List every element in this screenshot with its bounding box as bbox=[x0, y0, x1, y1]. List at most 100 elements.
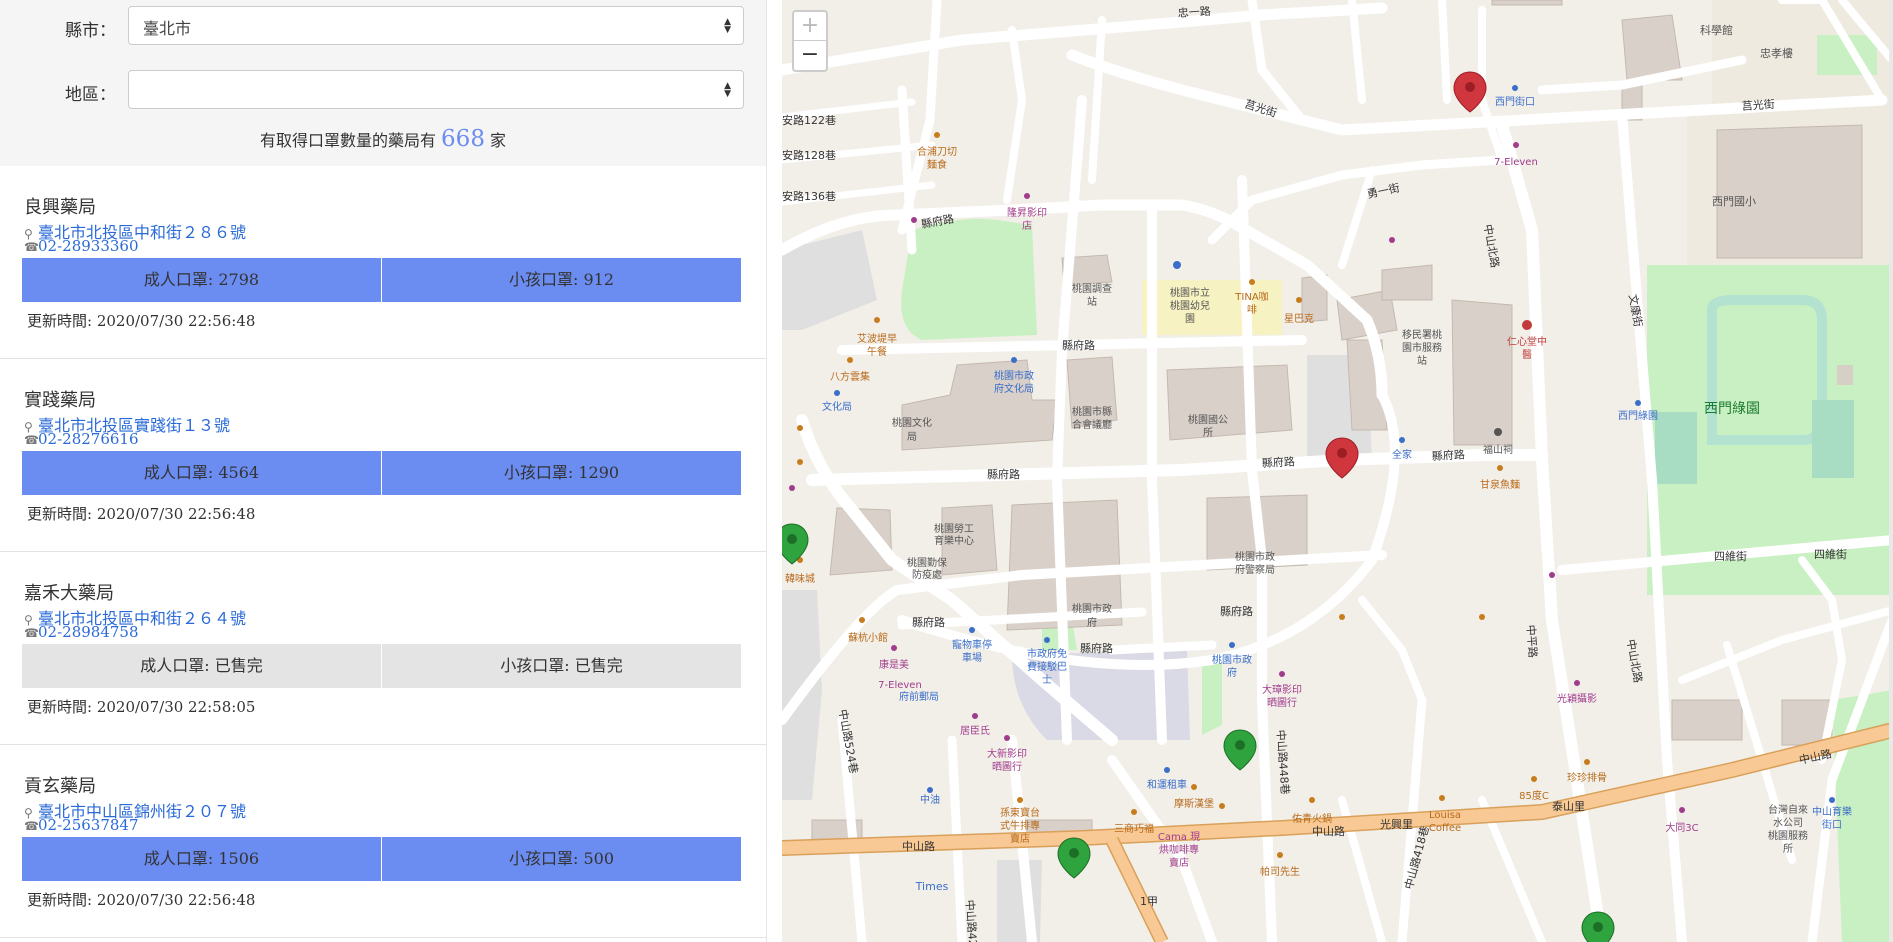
select-caret-icon: ▲ ▼ bbox=[724, 81, 731, 99]
svg-text:韓味城: 韓味城 bbox=[785, 573, 815, 585]
svg-text:中平路: 中平路 bbox=[1524, 624, 1539, 658]
svg-text:中山路: 中山路 bbox=[902, 840, 935, 853]
map-view[interactable]: 忠一路 莒光街 莒光街 縣府路 縣府路 縣府路 縣府路 縣府路 縣府路 縣府路 … bbox=[782, 0, 1893, 942]
adult-mask-count: 成人口罩: 已售完 bbox=[140, 656, 263, 675]
svg-text:忠孝樓: 忠孝樓 bbox=[1760, 46, 1793, 60]
svg-text:四維街: 四維街 bbox=[1714, 549, 1747, 563]
pharmacy-phone[interactable]: ☎02-28984758 bbox=[24, 623, 139, 641]
mask-stock-bar: 成人口罩: 4564 小孩口罩: 1290 bbox=[22, 451, 741, 495]
update-time: 更新時間: 2020/07/30 22:58:05 bbox=[27, 698, 256, 716]
svg-text:蘇杭小館: 蘇杭小館 bbox=[848, 631, 888, 644]
svg-text:桃園文化: 桃園文化 bbox=[892, 416, 932, 429]
phone-link[interactable]: 02-28276616 bbox=[38, 430, 139, 448]
svg-text:所: 所 bbox=[1783, 843, 1793, 855]
svg-text:中山路: 中山路 bbox=[1312, 825, 1345, 838]
pharmacy-phone[interactable]: ☎02-25637847 bbox=[24, 816, 139, 834]
child-mask-count: 小孩口罩: 1290 bbox=[381, 451, 741, 495]
svg-text:站: 站 bbox=[1417, 354, 1427, 367]
pharmacy-name: 貢玄藥局 bbox=[24, 776, 96, 797]
svg-text:甘泉魚麵: 甘泉魚麵 bbox=[1480, 478, 1520, 491]
pharmacy-card[interactable]: 良興藥局 ⚲ 臺北市北投區中和街２８６號 ☎02-28933360 成人口罩: 2… bbox=[0, 166, 766, 359]
svg-text:科學館: 科學館 bbox=[1700, 23, 1733, 37]
svg-text:桃園市政: 桃園市政 bbox=[1072, 602, 1112, 615]
svg-text:府文化局: 府文化局 bbox=[994, 382, 1034, 395]
pharmacy-phone[interactable]: ☎02-28276616 bbox=[24, 430, 139, 448]
svg-text:八方雲集: 八方雲集 bbox=[830, 370, 870, 383]
update-time: 更新時間: 2020/07/30 22:56:48 bbox=[27, 312, 256, 330]
svg-text:桃園市政: 桃園市政 bbox=[1212, 653, 1252, 666]
svg-text:賣店: 賣店 bbox=[1010, 832, 1030, 845]
phone-link[interactable]: 02-28933360 bbox=[38, 237, 139, 255]
pharmacy-marker-green[interactable] bbox=[1581, 911, 1615, 942]
svg-text:Louisa: Louisa bbox=[1429, 810, 1461, 821]
svg-text:合會議廳: 合會議廳 bbox=[1072, 418, 1112, 431]
svg-text:晒圖行: 晒圖行 bbox=[992, 760, 1022, 773]
svg-text:中山育樂: 中山育樂 bbox=[1812, 805, 1852, 818]
svg-text:費接駁巴: 費接駁巴 bbox=[1027, 660, 1067, 673]
svg-text:園: 園 bbox=[1185, 313, 1195, 325]
svg-text:西門街口: 西門街口 bbox=[1495, 95, 1535, 108]
pharmacy-list: 良興藥局 ⚲ 臺北市北投區中和街２８６號 ☎02-28933360 成人口罩: 2… bbox=[0, 166, 766, 938]
svg-text:仁心堂中: 仁心堂中 bbox=[1507, 335, 1547, 348]
district-label: 地區： bbox=[65, 85, 116, 105]
svg-text:安路122巷: 安路122巷 bbox=[782, 113, 836, 127]
svg-text:TINA咖: TINA咖 bbox=[1234, 291, 1268, 303]
pharmacy-card[interactable]: 實踐藥局 ⚲ 臺北市北投區實踐街１３號 ☎02-28276616 成人口罩: 45… bbox=[0, 359, 766, 552]
svg-text:85度C: 85度C bbox=[1519, 789, 1549, 802]
svg-text:光興里: 光興里 bbox=[1380, 817, 1413, 831]
child-mask-count: 小孩口罩: 已售完 bbox=[381, 644, 741, 688]
zoom-in-button[interactable]: + bbox=[794, 12, 826, 41]
svg-text:桃園國公: 桃園國公 bbox=[1188, 413, 1228, 426]
svg-text:文化局: 文化局 bbox=[822, 400, 852, 413]
phone-link[interactable]: 02-25637847 bbox=[38, 816, 139, 834]
pharmacy-card[interactable]: 貢玄藥局 ⚲ 臺北市中山區錦州街２０７號 ☎02-25637847 成人口罩: 1… bbox=[0, 745, 766, 938]
svg-text:光穎攝影: 光穎攝影 bbox=[1557, 692, 1597, 705]
count-suffix: 家 bbox=[490, 131, 507, 150]
mask-stock-bar: 成人口罩: 1506 小孩口罩: 500 bbox=[22, 837, 741, 881]
count-number: 668 bbox=[441, 126, 485, 152]
svg-text:府前郵局: 府前郵局 bbox=[899, 690, 939, 703]
svg-text:縣府路: 縣府路 bbox=[1431, 447, 1465, 463]
page-scrollbar[interactable] bbox=[1889, 0, 1893, 942]
svg-text:Cama 現: Cama 現 bbox=[1158, 831, 1200, 843]
svg-text:桃園市縣: 桃園市縣 bbox=[1072, 405, 1112, 418]
district-select[interactable]: ▲ ▼ bbox=[128, 70, 744, 109]
svg-text:西門國小: 西門國小 bbox=[1712, 195, 1756, 208]
phone-icon: ☎ bbox=[24, 433, 39, 447]
svg-text:帕司先生: 帕司先生 bbox=[1260, 865, 1300, 878]
svg-text:所: 所 bbox=[1203, 427, 1213, 439]
child-mask-count: 小孩口罩: 912 bbox=[381, 258, 741, 302]
filter-panel: 縣市： 臺北市 ▲ ▼ 地區： ▲ ▼ 有取得口罩數量的藥局有 668 家 bbox=[0, 0, 766, 166]
svg-text:泰山里: 泰山里 bbox=[1552, 799, 1585, 813]
list-scrollbar[interactable] bbox=[766, 0, 782, 942]
select-caret-icon: ▲ ▼ bbox=[724, 17, 731, 35]
svg-text:居臣氏: 居臣氏 bbox=[960, 725, 990, 737]
map-canvas[interactable]: 忠一路 莒光街 莒光街 縣府路 縣府路 縣府路 縣府路 縣府路 縣府路 縣府路 … bbox=[782, 0, 1893, 942]
svg-text:莒光街: 莒光街 bbox=[1741, 97, 1775, 113]
svg-text:麵食: 麵食 bbox=[927, 158, 947, 171]
zoom-out-button[interactable]: − bbox=[794, 41, 826, 70]
svg-text:隆昇影印: 隆昇影印 bbox=[1007, 206, 1047, 219]
svg-text:桃園市政: 桃園市政 bbox=[994, 369, 1034, 382]
park-area bbox=[901, 218, 1037, 340]
svg-text:和運租車: 和運租車 bbox=[1147, 778, 1187, 791]
svg-text:啡: 啡 bbox=[1247, 304, 1257, 316]
svg-text:縣府路: 縣府路 bbox=[912, 615, 945, 629]
svg-text:桃園服務: 桃園服務 bbox=[1768, 829, 1808, 842]
svg-text:安路136巷: 安路136巷 bbox=[782, 189, 836, 203]
svg-text:合浦刀切: 合浦刀切 bbox=[917, 145, 957, 158]
svg-text:星巴克: 星巴克 bbox=[1284, 313, 1314, 325]
svg-text:福山祠: 福山祠 bbox=[1483, 443, 1513, 456]
phone-icon: ☎ bbox=[24, 819, 39, 833]
svg-text:艾波堤早: 艾波堤早 bbox=[857, 332, 897, 345]
pharmacy-count: 有取得口罩數量的藥局有 668 家 bbox=[0, 126, 766, 152]
svg-text:晒圖行: 晒圖行 bbox=[1267, 696, 1297, 709]
pharmacy-phone[interactable]: ☎02-28933360 bbox=[24, 237, 139, 255]
svg-text:忠一路: 忠一路 bbox=[1177, 5, 1211, 20]
svg-text:午餐: 午餐 bbox=[867, 345, 887, 358]
phone-link[interactable]: 02-28984758 bbox=[38, 623, 139, 641]
pharmacy-card[interactable]: 嘉禾大藥局 ⚲ 臺北市北投區中和街２６４號 ☎02-28984758 成人口罩: … bbox=[0, 552, 766, 745]
district-filter-row: 地區： ▲ ▼ bbox=[0, 70, 766, 110]
city-select[interactable]: 臺北市 ▲ ▼ bbox=[128, 6, 744, 45]
svg-text:大同3C: 大同3C bbox=[1665, 821, 1698, 834]
